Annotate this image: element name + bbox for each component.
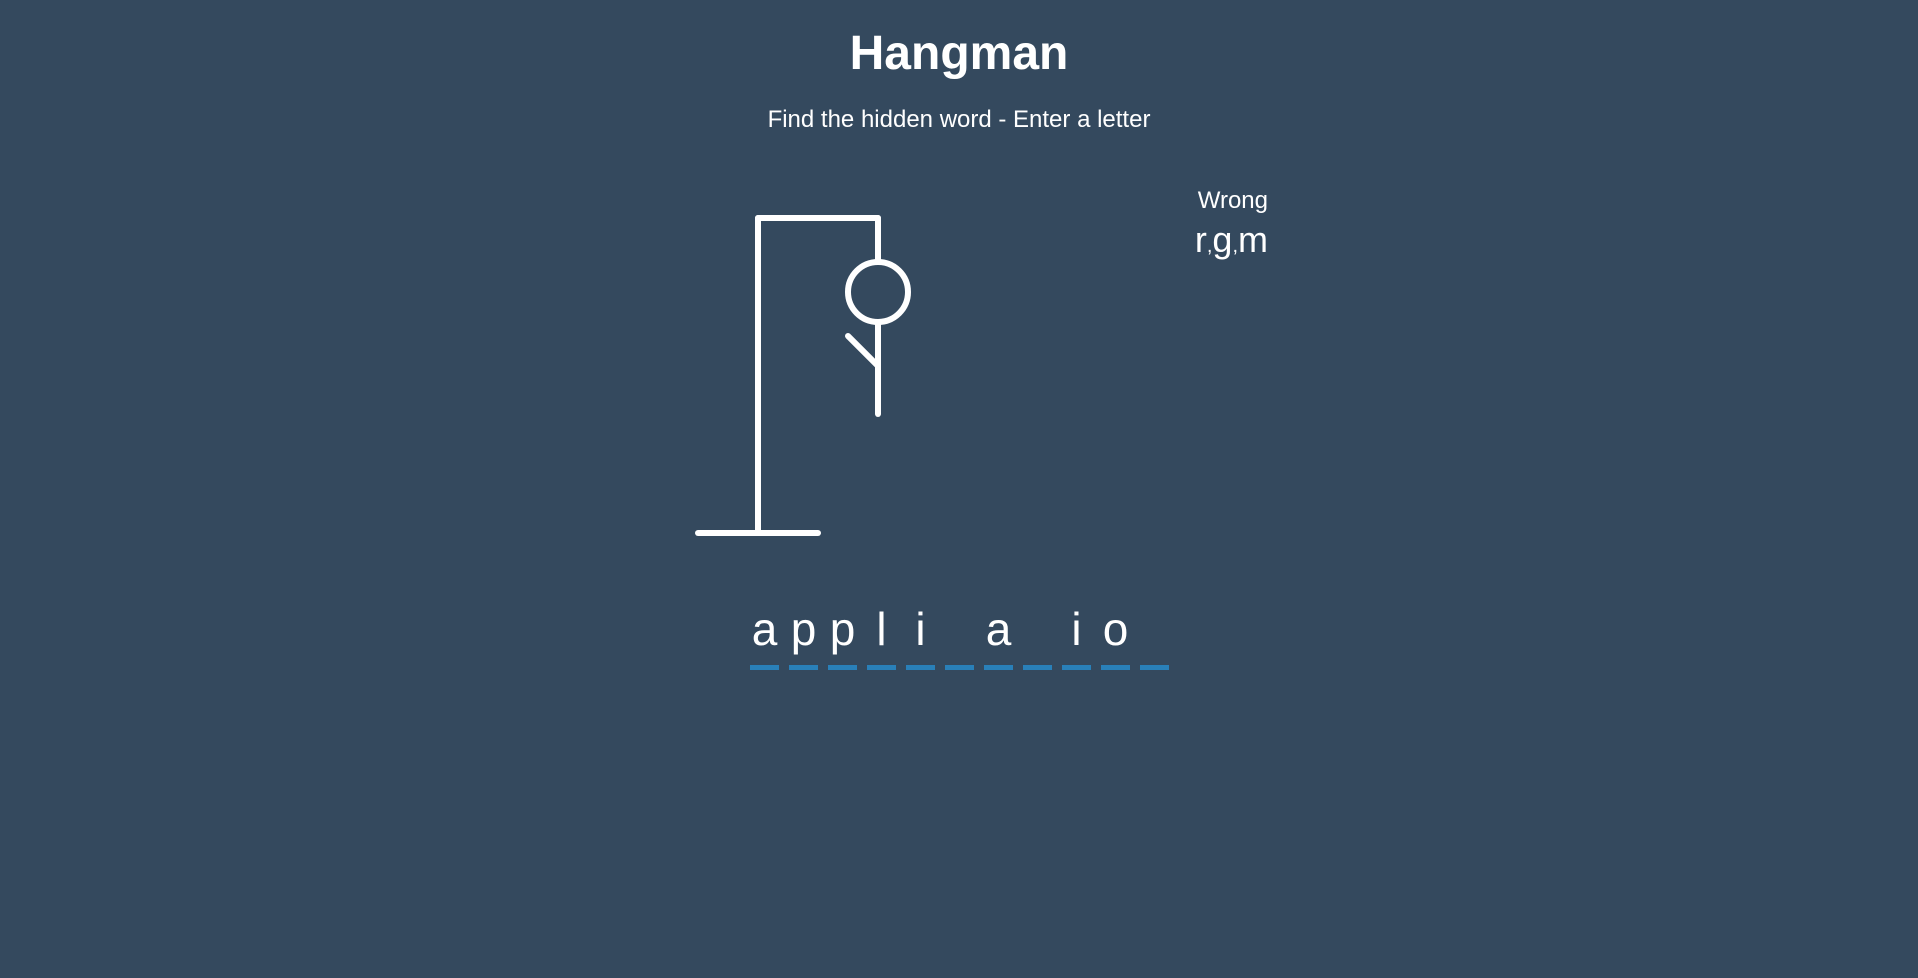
page-title: Hangman [849,27,1069,80]
letter-slot: p [789,600,818,670]
figure-head [845,259,911,325]
letter-slot [1023,600,1052,670]
word-display: appliaio [750,600,1179,670]
wrong-letter: m [1238,219,1268,260]
wrong-letters-list: r,g,m [1195,218,1268,268]
game-page: Hangman Find the hidden word - Enter a l… [0,0,1918,978]
letter-slot [1140,600,1169,670]
wrong-letters-panel: Wrong r,g,m [1195,186,1268,268]
letter-slot: a [984,600,1013,670]
wrong-label: Wrong [1197,187,1268,214]
letter-slot: i [906,600,935,670]
hangman-drawing [695,215,911,536]
wrong-letter: r [1194,219,1207,260]
instructions-text: Find the hidden word - Enter a letter [767,106,1151,133]
wrong-letter: g [1212,219,1233,260]
letter-slot: a [750,600,779,670]
letter-slot: i [1062,600,1091,670]
figure-left-arm [845,333,881,369]
letter-slot [945,600,974,670]
letter-slot: p [828,600,857,670]
letter-slot: o [1101,600,1130,670]
letter-slot: l [867,600,896,670]
